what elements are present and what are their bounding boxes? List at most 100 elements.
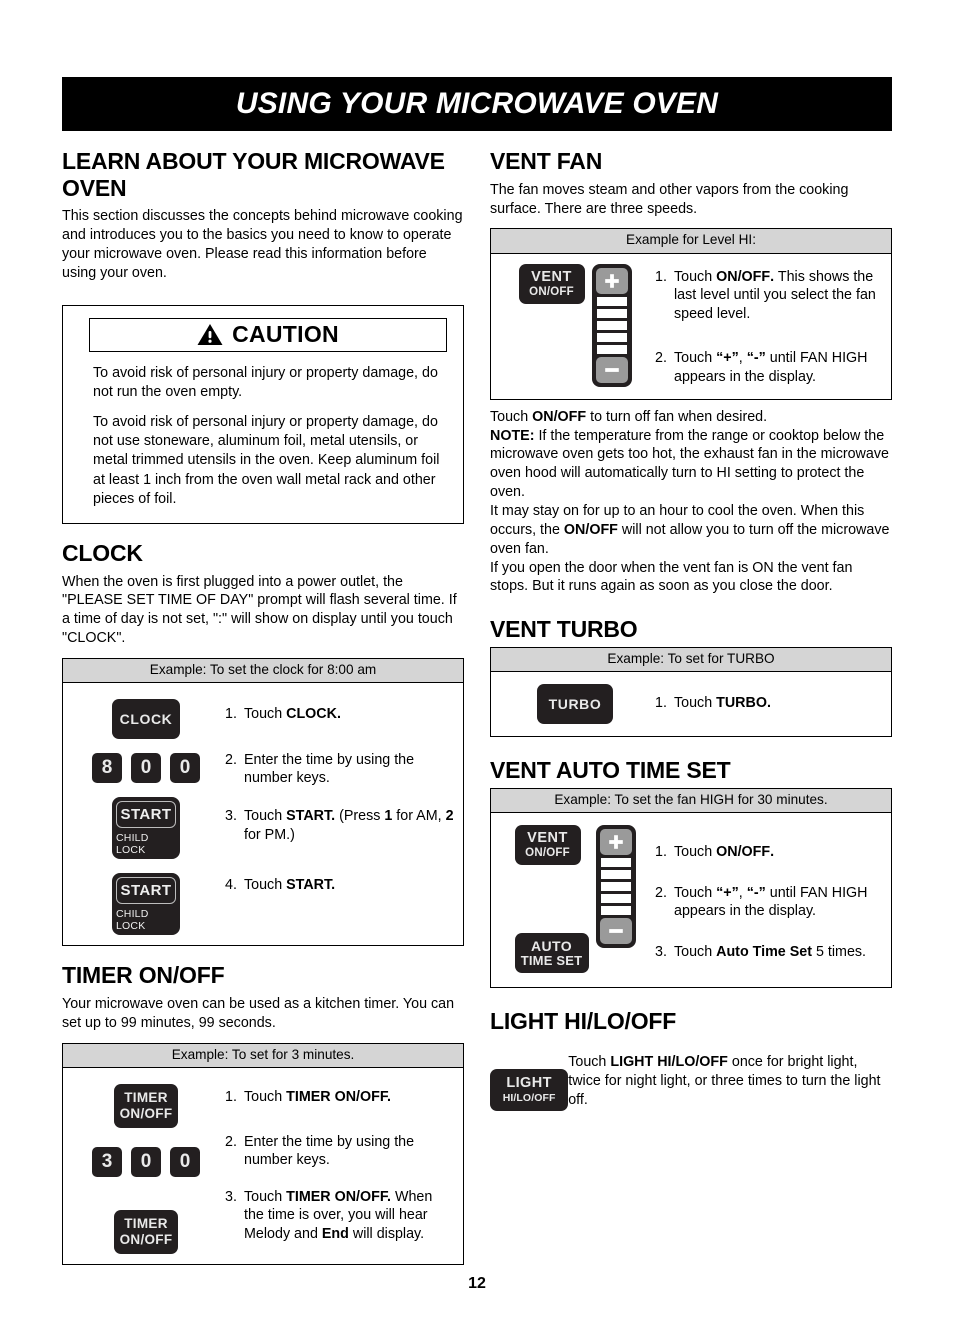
fan-level-bar: [596, 332, 627, 342]
vent-auto-time-set-example-header: Example: To set the fan HIGH for 30 minu…: [491, 788, 891, 814]
vent-auto-control-group: VENT ON/OFF AUTO TIME SET: [514, 825, 636, 974]
clock-example-header: Example: To set the clock for 8:00 am: [63, 658, 463, 684]
vent-fan-note-2: NOTE: If the temperature from the range …: [490, 427, 889, 501]
caution-paragraph-2: To avoid risk of personal injury or prop…: [93, 414, 440, 507]
step-item: 3. Touch TIMER ON/OFF. When the time is …: [225, 1188, 455, 1244]
step-text: Touch TIMER ON/OFF.: [244, 1089, 391, 1105]
step-number: 2.: [655, 884, 667, 901]
fan-increase-icon[interactable]: [599, 829, 632, 856]
vent-turbo-example-box: Example: To set for TURBO TURBO 1. Touch…: [490, 646, 892, 738]
auto-time-set-button[interactable]: AUTO TIME SET: [514, 933, 589, 974]
fan-level-slider[interactable]: [595, 825, 636, 949]
step-text: Touch START.: [244, 877, 336, 894]
step-text: Touch Auto Time Set 5 times.: [674, 944, 867, 960]
step-text: Touch START. (Press 1 for AM, 2 for PM.): [244, 808, 454, 843]
timer-button-line2: ON/OFF: [119, 1105, 173, 1121]
clock-button-label: CLOCK: [119, 710, 173, 727]
fan-level-bar: [600, 882, 631, 892]
number-key[interactable]: 0: [131, 753, 161, 784]
section-title-vent-auto-time-set: VENT AUTO TIME SET: [490, 757, 731, 784]
step-item: 2. Enter the time by using the number ke…: [225, 1133, 455, 1170]
step-item: 1. Touch TURBO.: [655, 694, 883, 713]
step-text: Touch CLOCK.: [244, 706, 341, 723]
vent-fan-example-box: Example for Level HI: VENT ON/OFF 1. Tou…: [490, 228, 892, 400]
step-text: Touch TURBO.: [674, 695, 771, 712]
step-number: 1.: [655, 695, 667, 712]
fan-level-bar: [596, 296, 627, 306]
timer-on-off-button[interactable]: TIMER ON/OFF: [114, 1210, 178, 1254]
step-text: Touch ON/OFF.: [674, 844, 775, 861]
start-button[interactable]: START CHILD LOCK: [112, 797, 180, 860]
step-text: Enter the time by using the number keys.: [244, 751, 415, 787]
step-number: 1.: [225, 706, 237, 723]
vent-button-line2: ON/OFF: [525, 847, 570, 860]
vent-button-line2: ON/OFF: [529, 285, 574, 298]
step-number: 4.: [225, 877, 237, 894]
number-key[interactable]: 0: [170, 1147, 200, 1177]
step-item: 3. Touch START. (Press 1 for AM, 2 for P…: [225, 807, 455, 844]
timer-button-line1: TIMER: [124, 1090, 168, 1106]
section-title-vent-turbo: VENT TURBO: [490, 616, 638, 643]
learn-about-intro-text: This section discusses the concepts behi…: [62, 208, 463, 281]
start-button[interactable]: START CHILD LOCK: [112, 873, 180, 936]
left-column: LEARN ABOUT YOUR MICROWAVE OVEN This sec…: [62, 148, 464, 1265]
turbo-button-label: TURBO: [548, 695, 602, 712]
timer-number-keys: 3 0 0: [92, 1147, 200, 1177]
step-number: 3.: [225, 1188, 237, 1205]
number-key[interactable]: 8: [92, 753, 122, 784]
clock-example-box: Example: To set the clock for 8:00 am CL…: [62, 657, 464, 947]
step-number: 1.: [655, 844, 667, 861]
vent-fan-note-4: If you open the door when the vent fan i…: [490, 559, 853, 595]
number-key[interactable]: 3: [92, 1147, 122, 1177]
step-number: 1.: [655, 268, 667, 285]
vent-fan-example-header: Example for Level HI:: [491, 229, 891, 254]
step-item: 1. Touch CLOCK.: [225, 705, 455, 724]
section-title-learn-about: LEARN ABOUT YOUR MICROWAVE OVEN: [62, 148, 445, 201]
section-title-vent-fan: VENT FAN: [490, 148, 603, 174]
step-item: 3. Touch Auto Time Set 5 times.: [655, 943, 883, 962]
number-key[interactable]: 0: [131, 1147, 161, 1177]
step-number: 2.: [225, 751, 237, 768]
step-item: 1. Touch TIMER ON/OFF.: [225, 1088, 455, 1107]
step-text: Enter the time by using the number keys.: [244, 1133, 415, 1169]
fan-level-bar: [600, 906, 631, 916]
start-button-label: START: [116, 801, 176, 829]
child-lock-label: CHILD LOCK: [116, 832, 149, 857]
caution-banner: CAUTION: [89, 317, 447, 352]
child-lock-label: CHILD LOCK: [116, 908, 149, 933]
fan-decrease-icon[interactable]: [595, 356, 628, 383]
timer-example-box: Example: To set for 3 minutes. TIMER ON/…: [62, 1042, 464, 1265]
step-number: 3.: [655, 944, 667, 960]
page-header-banner: USING YOUR MICROWAVE OVEN: [62, 77, 892, 131]
fan-increase-icon[interactable]: [595, 267, 628, 294]
vent-fan-control-group: VENT ON/OFF: [518, 263, 632, 387]
fan-decrease-icon[interactable]: [599, 918, 632, 945]
light-hi-lo-off-button[interactable]: LIGHT HI/LO/OFF: [490, 1068, 569, 1111]
light-button-line2: HI/LO/OFF: [502, 1091, 556, 1104]
timer-example-header: Example: To set for 3 minutes.: [63, 1043, 463, 1068]
timer-intro-text: Your microwave oven can be used as a kit…: [62, 995, 455, 1031]
caution-label: CAUTION: [232, 321, 339, 348]
caution-box: CAUTION To avoid risk of personal injury…: [62, 304, 464, 524]
turbo-button[interactable]: TURBO: [537, 684, 613, 725]
timer-on-off-button[interactable]: TIMER ON/OFF: [114, 1084, 178, 1128]
number-key[interactable]: 0: [170, 753, 200, 784]
page-title: USING YOUR MICROWAVE OVEN: [235, 87, 719, 120]
light-button-line1: LIGHT: [506, 1075, 552, 1092]
section-title-timer-on-off: TIMER ON/OFF: [62, 962, 225, 989]
fan-level-slider[interactable]: [591, 263, 632, 387]
warning-triangle-icon: [197, 323, 223, 346]
fan-level-bar: [600, 894, 631, 904]
step-item: 2. Enter the time by using the number ke…: [225, 751, 455, 788]
light-description-text: Touch LIGHT HI/LO/OFF once for bright li…: [568, 1053, 881, 1108]
step-number: 1.: [225, 1089, 237, 1105]
vent-on-off-button[interactable]: VENT ON/OFF: [514, 825, 581, 866]
step-item: 1. Touch ON/OFF.: [655, 843, 883, 862]
vent-fan-note-3: It may stay on for up to an hour to cool…: [490, 503, 890, 557]
auto-button-line2: TIME SET: [520, 953, 583, 969]
auto-button-line1: AUTO: [530, 937, 572, 954]
clock-button[interactable]: CLOCK: [112, 699, 180, 740]
vent-on-off-button[interactable]: VENT ON/OFF: [518, 263, 585, 304]
timer-button-line2: ON/OFF: [119, 1231, 173, 1247]
step-text: Touch “+”, “-” until FAN HIGH appears in…: [674, 884, 868, 920]
